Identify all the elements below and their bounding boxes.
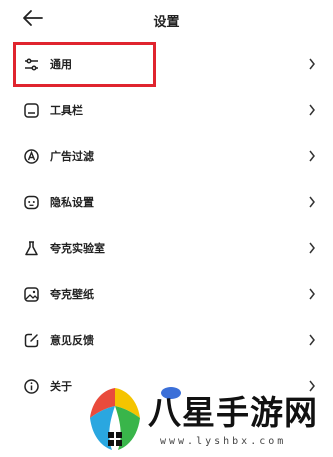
watermark-title: 八星手游网 [148, 393, 318, 432]
feedback-icon [24, 333, 39, 348]
menu-item-privacy[interactable]: 隐私设置 [0, 180, 333, 226]
page-title: 设置 [153, 15, 180, 30]
chevron-right-icon [309, 104, 315, 116]
menu-item-label: 隐私设置 [50, 196, 94, 209]
menu-item-label: 通用 [50, 58, 72, 71]
menu-item-label: 工具栏 [50, 104, 83, 117]
ad-filter-icon [24, 149, 39, 164]
menu-item-label: 广告过滤 [50, 150, 94, 163]
menu-item-general[interactable]: 通用 [0, 42, 333, 88]
menu-item-label: 意见反馈 [50, 334, 94, 347]
header-bar: 设置 [0, 0, 333, 40]
watermark-url: www.lyshbx.com [160, 436, 287, 447]
chevron-right-icon [309, 242, 315, 254]
flask-icon [25, 241, 38, 256]
menu-item-label: 关于 [50, 380, 72, 393]
privacy-face-icon [24, 195, 39, 210]
chevron-right-icon [309, 58, 315, 70]
settings-list: 通用 工具栏 广告过滤 隐私设置 夸克实验室 夸克壁纸 意见反馈 关于 [0, 42, 333, 410]
chevron-right-icon [309, 150, 315, 162]
menu-item-lab[interactable]: 夸克实验室 [0, 226, 333, 272]
menu-item-toolbar[interactable]: 工具栏 [0, 88, 333, 134]
chevron-right-icon [309, 196, 315, 208]
wallpaper-icon [24, 287, 39, 302]
menu-item-label: 夸克实验室 [50, 242, 105, 255]
menu-item-label: 夸克壁纸 [50, 288, 94, 301]
menu-item-ad-filter[interactable]: 广告过滤 [0, 134, 333, 180]
toolbar-icon [24, 103, 39, 118]
chevron-right-icon [309, 334, 315, 346]
menu-item-feedback[interactable]: 意见反馈 [0, 318, 333, 364]
menu-item-wallpaper[interactable]: 夸克壁纸 [0, 272, 333, 318]
sliders-icon [25, 58, 38, 71]
watermark-logo [90, 388, 140, 450]
info-icon [24, 379, 39, 394]
site-watermark: 八星手游网 www.lyshbx.com [82, 380, 333, 457]
chevron-right-icon [309, 288, 315, 300]
